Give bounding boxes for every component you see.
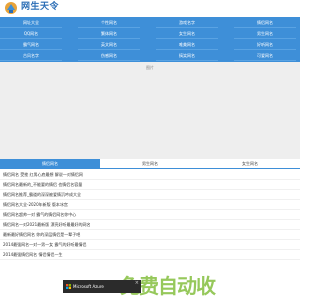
list-item-title[interactable]: 最新最好情侣网名 你的深层情侣是一辈子吧 (3, 232, 80, 237)
list-item-title[interactable]: 情侣网名大全-2020年新版 版本冰宫 (3, 202, 68, 207)
list-item-title[interactable]: 情侣网名 受挫 红男心底最想 解说一对情侣网 (3, 172, 83, 177)
tab-couple-names[interactable]: 情侣网名 (0, 159, 100, 168)
site-logo-text[interactable]: 网生天令 (21, 2, 59, 13)
header: 网生天令 (0, 0, 300, 16)
list-item[interactable]: 情侣网名推荐_霸道的深深被爱情沉吟成大全 (0, 190, 300, 200)
list-item-title[interactable]: 情侣网名推荐_霸道的深深被爱情沉吟成大全 (3, 192, 81, 197)
tab-bar: 情侣网名 男生网名 女生网名 (0, 159, 300, 169)
list-item[interactable]: 情侣网名 受挫 红男心底最想 解说一对情侣网 (0, 170, 300, 180)
nav-link[interactable]: 伤感网名 (78, 51, 140, 61)
list-item[interactable]: 情侣网名一对2021最新版 漂亮好听最最好的网名 (0, 220, 300, 230)
tab-female-names[interactable]: 女生网名 (200, 159, 300, 168)
nav-link[interactable]: 情侣网名 (234, 18, 296, 28)
nav-link[interactable]: 个性网名 (78, 18, 140, 28)
nav-link[interactable]: 好听网名 (234, 40, 296, 50)
nav-link[interactable]: 唯美网名 (156, 40, 218, 50)
list-item[interactable]: 情侣网名最新的_不能要的情侣 也情侣名容量 (0, 180, 300, 190)
close-icon[interactable]: × (135, 281, 139, 286)
list-item-title[interactable]: 2014最强网名一对一男一女 霸气的好听最情侣 (3, 242, 86, 247)
list-item[interactable]: 情侣网名超帅一对 霸气的情侣网名你中心 (0, 210, 300, 220)
nav-link[interactable]: QQ网名 (0, 29, 62, 39)
nav-row: 古风名字 伤感网名 搞笑网名 可爱网名 (0, 51, 300, 61)
nav-link[interactable]: 可爱网名 (234, 51, 296, 61)
nav-row: QQ网名 繁体网名 女生网名 男生网名 (0, 29, 300, 39)
ad-label: Microsoft Azure (73, 284, 104, 289)
nav-link[interactable]: 英文网名 (78, 40, 140, 50)
nav-link[interactable]: 古风名字 (0, 51, 62, 61)
list-item[interactable]: 情侣网名大全-2020年新版 版本冰宫 (0, 200, 300, 210)
category-nav: 网址大全 个性网名 游戏名字 情侣网名 QQ网名 繁体网名 女生网名 男生网名 … (0, 17, 300, 62)
banner-area: 图片 (0, 62, 300, 159)
nav-link[interactable]: 网址大全 (0, 18, 62, 28)
banner-placeholder-text: 图片 (146, 65, 154, 70)
nav-link[interactable]: 繁体网名 (78, 29, 140, 39)
list-item-title[interactable]: 情侣网名最新的_不能要的情侣 也情侣名容量 (3, 182, 82, 187)
list-item[interactable]: 2014最强网名一对一男一女 霸气的好听最情侣 (0, 240, 300, 250)
ad-banner[interactable]: Microsoft Azure × (63, 280, 141, 293)
list-item-title[interactable]: 情侣网名超帅一对 霸气的情侣网名你中心 (3, 212, 76, 217)
list-item-title[interactable]: 2014最强情侣网名 情侣情侣一生 (3, 252, 62, 257)
nav-link[interactable]: 男生网名 (234, 29, 296, 39)
microsoft-logo-icon (66, 284, 71, 289)
list-item[interactable]: 最新最好情侣网名 你的深层情侣是一辈子吧 (0, 230, 300, 240)
nav-row: 霸气网名 英文网名 唯美网名 好听网名 (0, 40, 300, 50)
tab-male-names[interactable]: 男生网名 (100, 159, 200, 168)
list-item[interactable]: 2014最强情侣网名 情侣情侣一生 (0, 250, 300, 260)
nav-link[interactable]: 游戏名字 (156, 18, 218, 28)
nav-row: 网址大全 个性网名 游戏名字 情侣网名 (0, 18, 300, 28)
nav-link[interactable]: 搞笑网名 (156, 51, 218, 61)
article-list: 情侣网名 受挫 红男心底最想 解说一对情侣网 情侣网名最新的_不能要的情侣 也情… (0, 170, 300, 260)
list-item-title[interactable]: 情侣网名一对2021最新版 漂亮好听最最好的网名 (3, 222, 90, 227)
site-logo-icon[interactable] (4, 1, 18, 15)
nav-link[interactable]: 霸气网名 (0, 40, 62, 50)
nav-link[interactable]: 女生网名 (156, 29, 218, 39)
